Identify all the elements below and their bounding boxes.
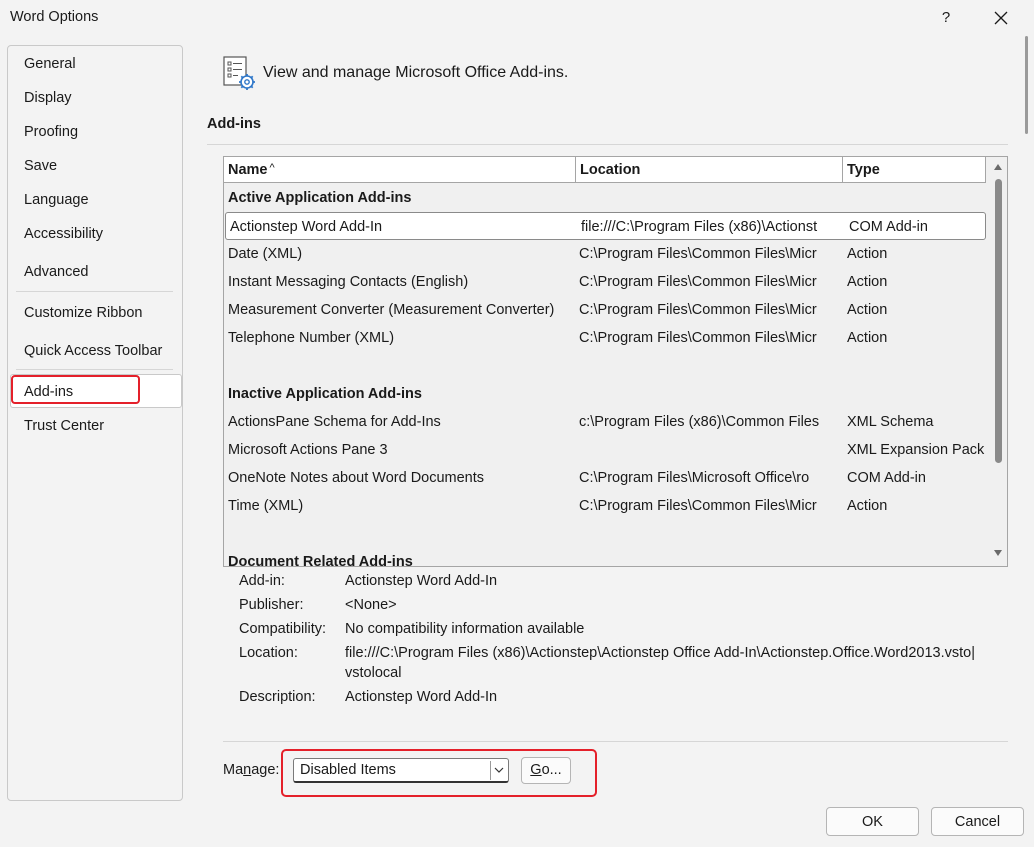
cell-name: OneNote Notes about Word Documents (228, 470, 485, 486)
addin-label: Add-in: (239, 573, 285, 589)
compatibility-label: Compatibility: (239, 621, 327, 637)
nav-item-language[interactable]: Language (24, 192, 89, 208)
column-header-type[interactable]: Type (843, 157, 986, 183)
description-label: Description: (239, 689, 316, 705)
group-active-add-ins: Active Application Add-ins (228, 190, 412, 206)
cell-location: C:\Program Files\Common Files\Micr (579, 302, 817, 318)
scroll-up-arrow-icon[interactable] (993, 163, 1003, 171)
cell-location: C:\Program Files\Common Files\Micr (579, 498, 817, 514)
table-row[interactable]: ActionsPane Schema for Add-Ins c:\Progra… (224, 408, 986, 436)
nav-item-accessibility[interactable]: Accessibility (24, 226, 103, 242)
manage-label: Manage: (223, 762, 279, 778)
nav-item-trust-center[interactable]: Trust Center (24, 418, 104, 434)
cell-type: COM Add-in (847, 470, 926, 486)
nav-item-display[interactable]: Display (24, 90, 72, 106)
table-row[interactable]: Microsoft Actions Pane 3 XML Expansion P… (224, 436, 986, 464)
manage-label-part: Ma (223, 762, 244, 778)
cell-type: Action (847, 274, 888, 290)
cell-name: ActionsPane Schema for Add-Ins (228, 414, 441, 430)
add-ins-table: Name ^ Location Type Active Application A… (223, 156, 1008, 567)
table-row-selected[interactable]: Actionstep Word Add-In file:///C:\Progra… (225, 212, 986, 240)
cell-type: XML Schema (847, 414, 934, 430)
window-title: Word Options (10, 9, 99, 25)
column-header-name[interactable]: Name ^ (224, 157, 576, 183)
cell-type: Action (847, 330, 888, 346)
table-row[interactable]: Instant Messaging Contacts (English) C:\… (224, 268, 986, 296)
nav-add-ins-annotation-highlight (11, 375, 140, 404)
addin-value: Actionstep Word Add-In (345, 573, 498, 589)
cell-name: Instant Messaging Contacts (English) (228, 274, 469, 290)
location-value-continued: vstolocal (345, 665, 402, 681)
title-bar: Word Options ? (0, 0, 1034, 36)
cell-location: C:\Program Files\Common Files\Micr (579, 330, 817, 346)
manage-divider (223, 741, 1008, 742)
cell-type: XML Expansion Pack (847, 442, 985, 458)
table-scrollbar[interactable] (988, 157, 1007, 566)
help-button[interactable]: ? (931, 5, 961, 31)
nav-item-proofing[interactable]: Proofing (24, 124, 78, 140)
cell-type: Action (847, 246, 888, 262)
cell-location: C:\Program Files\Common Files\Micr (579, 246, 817, 262)
page-heading: View and manage Microsoft Office Add-ins… (263, 64, 569, 81)
cell-location: c:\Program Files (x86)\Common Files (579, 414, 820, 430)
publisher-label: Publisher: (239, 597, 304, 613)
sort-ascending-icon: ^ (269, 162, 275, 174)
close-icon (994, 11, 1008, 25)
cell-name: Time (XML) (228, 498, 304, 514)
table-row[interactable]: Date (XML) C:\Program Files\Common Files… (224, 240, 986, 268)
nav-item-quick-access-toolbar[interactable]: Quick Access Toolbar (24, 343, 162, 359)
column-header-location[interactable]: Location (576, 157, 843, 183)
table-row[interactable]: Telephone Number (XML) C:\Program Files\… (224, 324, 986, 352)
cell-location: C:\Program Files\Common Files\Micr (579, 274, 817, 290)
nav-item-customize-ribbon[interactable]: Customize Ribbon (24, 305, 142, 321)
cell-location: C:\Program Files\Microsoft Office\ro (579, 470, 810, 486)
nav-divider (16, 369, 173, 370)
cancel-button[interactable]: Cancel (931, 807, 1024, 836)
table-header: Name ^ Location Type (224, 157, 986, 183)
page-scrollbar[interactable] (1018, 36, 1034, 136)
nav-item-advanced[interactable]: Advanced (24, 264, 89, 280)
close-button[interactable] (986, 5, 1016, 31)
cell-name: Date (XML) (228, 246, 303, 262)
description-value: Actionstep Word Add-In (345, 689, 498, 705)
cell-type: Action (847, 498, 888, 514)
nav-item-save[interactable]: Save (24, 158, 57, 174)
column-header-name-label: Name (228, 162, 268, 178)
compatibility-value: No compatibility information available (345, 621, 585, 637)
cell-name: Actionstep Word Add-In (230, 219, 383, 235)
publisher-value: <None> (345, 597, 397, 613)
manage-annotation-highlight (281, 749, 597, 797)
cell-type: COM Add-in (849, 219, 928, 235)
table-row[interactable]: Measurement Converter (Measurement Conve… (224, 296, 986, 324)
cell-type: Action (847, 302, 888, 318)
scroll-down-arrow-icon[interactable] (993, 549, 1003, 557)
group-inactive-add-ins: Inactive Application Add-ins (228, 386, 422, 402)
cell-name: Microsoft Actions Pane 3 (228, 442, 388, 458)
table-scrollbar-thumb[interactable] (995, 179, 1002, 463)
section-title: Add-ins (207, 116, 261, 132)
section-divider (207, 144, 1008, 145)
page-scrollbar-thumb[interactable] (1025, 36, 1028, 134)
group-document-add-ins: Document Related Add-ins (228, 554, 413, 567)
location-value: file:///C:\Program Files (x86)\Actionste… (345, 645, 975, 661)
cell-name: Measurement Converter (Measurement Conve… (228, 302, 555, 318)
nav-divider (16, 291, 173, 292)
nav-item-general[interactable]: General (24, 56, 76, 72)
add-ins-manage-icon (220, 55, 260, 93)
location-label: Location: (239, 645, 298, 661)
options-nav: General Display Proofing Save Language A… (7, 45, 183, 801)
ok-button[interactable]: OK (826, 807, 919, 836)
cell-name: Telephone Number (XML) (228, 330, 395, 346)
table-row[interactable]: Time (XML) C:\Program Files\Common Files… (224, 492, 986, 520)
table-row[interactable]: OneNote Notes about Word Documents C:\Pr… (224, 464, 986, 492)
manage-label-part: age: (251, 762, 280, 778)
cell-location: file:///C:\Program Files (x86)\Actionst (581, 219, 818, 235)
